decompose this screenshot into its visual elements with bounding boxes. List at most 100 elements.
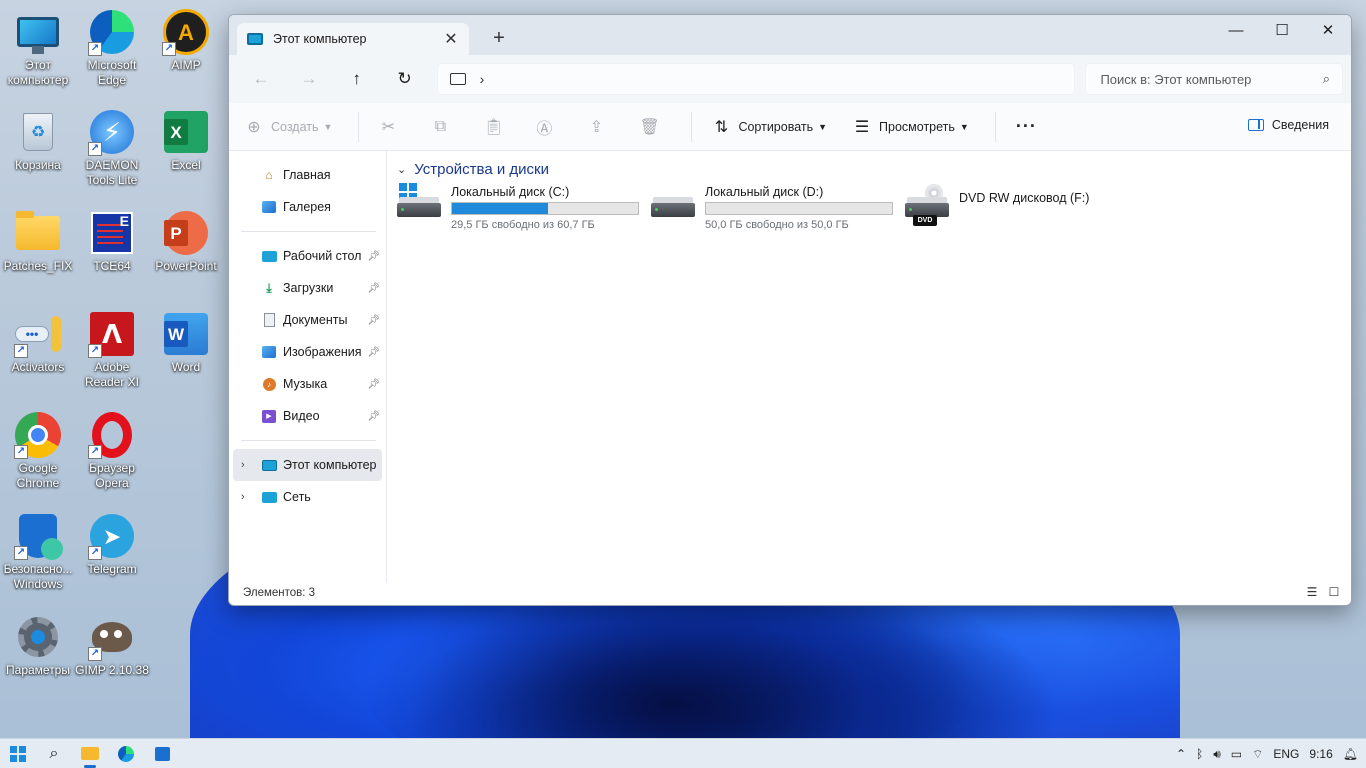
notification-bell-icon[interactable]: 🔔︎ (1343, 747, 1358, 761)
adobe-reader-icon: ᐱ ↗ (88, 310, 136, 358)
desktop-icon-this-pc[interactable]: Этот компьютер (0, 8, 76, 88)
pin-icon[interactable]: 📌︎ (367, 379, 380, 390)
sidebar-item-desktop[interactable]: Рабочий стол 📌︎ (229, 240, 386, 272)
battery-icon[interactable]: ▭ (1231, 747, 1242, 761)
tab-this-pc[interactable]: Этот компьютер ✕ (237, 23, 469, 55)
shortcut-arrow-icon: ↗ (14, 344, 28, 358)
share-button[interactable]: ⇪ (587, 117, 613, 137)
sidebar-item-gallery[interactable]: Галерея (229, 191, 386, 223)
shortcut-arrow-icon: ↗ (14, 546, 28, 560)
group-header-devices[interactable]: ⌄ Устройства и диски (395, 159, 1343, 179)
drive-item-d[interactable]: Локальный диск (D:) 50,0 ГБ свободно из … (649, 183, 903, 231)
drive-item-f[interactable]: DVD DVD RW дисковод (F:) (903, 183, 1157, 231)
taskbar-edge[interactable] (108, 739, 144, 768)
title-bar: Этот компьютер ✕ + — ☐ ✕ (229, 15, 1351, 55)
desktop-icon-daemon-tools[interactable]: ⚡ ↗ DAEMON Tools Lite (74, 108, 150, 188)
start-button[interactable] (0, 739, 36, 768)
new-tab-button[interactable]: + (489, 27, 509, 50)
sidebar-item-network[interactable]: › Сеть (229, 481, 386, 513)
sidebar-item-documents[interactable]: Документы 📌︎ (229, 304, 386, 336)
file-explorer-window: Этот компьютер ✕ + — ☐ ✕ ← → ↑ ↻ › ⌕ ⊕ С… (228, 14, 1352, 606)
chevron-down-icon: ▼ (323, 121, 333, 132)
forward-button[interactable]: → (285, 69, 333, 89)
view-button[interactable]: ☰ Просмотреть ▼ (853, 117, 969, 137)
scissors-icon: ✂ (381, 118, 396, 136)
expand-chevron-icon[interactable]: › (241, 491, 245, 503)
pin-icon[interactable]: 📌︎ (367, 347, 380, 358)
desktop-icon-excel[interactable]: X Excel (148, 108, 224, 173)
create-button[interactable]: ⊕ Создать ▼ (245, 117, 332, 137)
desktop-icon-label: Activators (11, 360, 65, 374)
desktop-icon-edge[interactable]: ↗ Microsoft Edge (74, 8, 150, 88)
desktop-icon-powerpoint[interactable]: P PowerPoint (148, 209, 224, 274)
pin-icon[interactable]: 📌︎ (367, 251, 380, 262)
delete-button[interactable]: 🗑︎ (639, 117, 665, 137)
refresh-button[interactable]: ↻ (381, 69, 429, 89)
tab-close-icon[interactable]: ✕ (439, 29, 463, 49)
sidebar-item-video[interactable]: ▶ Видео 📌︎ (229, 400, 386, 432)
pin-icon[interactable]: 📌︎ (367, 411, 380, 422)
trash-icon: 🗑︎ (639, 118, 660, 136)
desktop-icon-label: TCE64 (93, 259, 131, 273)
details-view-icon[interactable]: ☰ (1305, 586, 1319, 598)
excel-icon: X (162, 108, 210, 156)
maximize-button[interactable]: ☐ (1259, 15, 1305, 45)
sidebar-item-pictures[interactable]: Изображения 📌︎ (229, 336, 386, 368)
taskbar-search-button[interactable]: ⌕ (36, 739, 72, 768)
language-indicator[interactable]: ENG (1273, 747, 1299, 761)
back-button[interactable]: ← (237, 69, 285, 89)
more-options-button[interactable]: ··· (1016, 116, 1037, 137)
close-button[interactable]: ✕ (1305, 15, 1351, 45)
desktop-icon-adobe-reader[interactable]: ᐱ ↗ Adobe Reader XI (74, 310, 150, 390)
tiles-view-icon[interactable]: ☐ (1327, 586, 1341, 598)
desktop-icon-chrome[interactable]: ↗ Google Chrome (0, 411, 76, 491)
sidebar-item-music[interactable]: ♪ Музыка 📌︎ (229, 368, 386, 400)
desktop-icon-settings[interactable]: Параметры (0, 613, 76, 678)
search-input[interactable] (1100, 71, 1323, 87)
desktop-icon-word[interactable]: W Word (148, 310, 224, 375)
create-label: Создать (271, 119, 319, 134)
drives-list: Локальный диск (C:) 29,5 ГБ свободно из … (395, 183, 1343, 231)
desktop-icon-label: Excel (171, 158, 201, 172)
expand-chevron-icon[interactable]: › (241, 459, 245, 471)
minimize-button[interactable]: — (1213, 15, 1259, 45)
sort-arrows-icon: ⇅ (714, 118, 729, 136)
drive-item-c[interactable]: Локальный диск (C:) 29,5 ГБ свободно из … (395, 183, 649, 231)
desktop-icon-recycle-bin[interactable]: ♻ Корзина (0, 108, 76, 173)
copy-button[interactable]: ⧉ (431, 118, 457, 136)
taskbar-store[interactable] (144, 739, 180, 768)
desktop-icon-windows-security[interactable]: ↗ Безопасно... Windows (0, 512, 76, 592)
search-icon: ⌕ (49, 744, 59, 762)
bluetooth-icon[interactable]: ᛒ (1196, 747, 1203, 761)
breadcrumb-chevron-icon[interactable]: › (480, 71, 485, 87)
clock[interactable]: 9:16 (1309, 747, 1332, 761)
status-bar: Элементов: 3 ☰ ☐ (229, 581, 1351, 605)
volume-icon[interactable]: 🔊︎ (1213, 747, 1221, 762)
desktop-icon-aimp[interactable]: A ↗ AIMP (148, 8, 224, 73)
sort-button[interactable]: ⇅ Сортировать ▼ (712, 117, 827, 137)
search-box[interactable]: ⌕ (1085, 63, 1343, 95)
taskbar-file-explorer[interactable] (72, 739, 108, 768)
paste-button[interactable]: 📋︎ (483, 117, 509, 137)
chevron-up-icon[interactable]: ⌃ (1176, 747, 1186, 761)
wifi-icon[interactable]: ⌔ (1252, 747, 1263, 762)
pin-icon[interactable]: 📌︎ (367, 315, 380, 326)
desktop-icon-telegram[interactable]: ➤ ↗ Telegram (74, 512, 150, 577)
details-pane-button[interactable]: Сведения (1247, 118, 1329, 132)
sidebar-item-home[interactable]: ⌂ Главная (229, 159, 386, 191)
desktop-icon-patches-fix[interactable]: Patches_FIX (0, 209, 76, 274)
desktop-icon-tce64[interactable]: E TCE64 (74, 209, 150, 274)
address-box[interactable]: › (436, 63, 1076, 95)
desktop-icon-activators[interactable]: ••• ↗ Activators (0, 310, 76, 375)
up-button[interactable]: ↑ (333, 69, 381, 89)
sidebar-item-downloads[interactable]: ⤓ Загрузки 📌︎ (229, 272, 386, 304)
rename-button[interactable]: Ⓐ (535, 115, 561, 139)
word-icon: W (162, 310, 210, 358)
cut-button[interactable]: ✂ (379, 117, 405, 137)
drive-usage-fill (452, 203, 548, 214)
desktop-icon-gimp[interactable]: ↗ GIMP 2.10.38 (74, 613, 150, 678)
sidebar-item-this-pc[interactable]: › Этот компьютер (233, 449, 382, 481)
desktop-icon-opera[interactable]: ↗ Браузер Opera (74, 411, 150, 491)
copy-icon: ⧉ (434, 117, 447, 135)
pin-icon[interactable]: 📌︎ (367, 283, 380, 294)
